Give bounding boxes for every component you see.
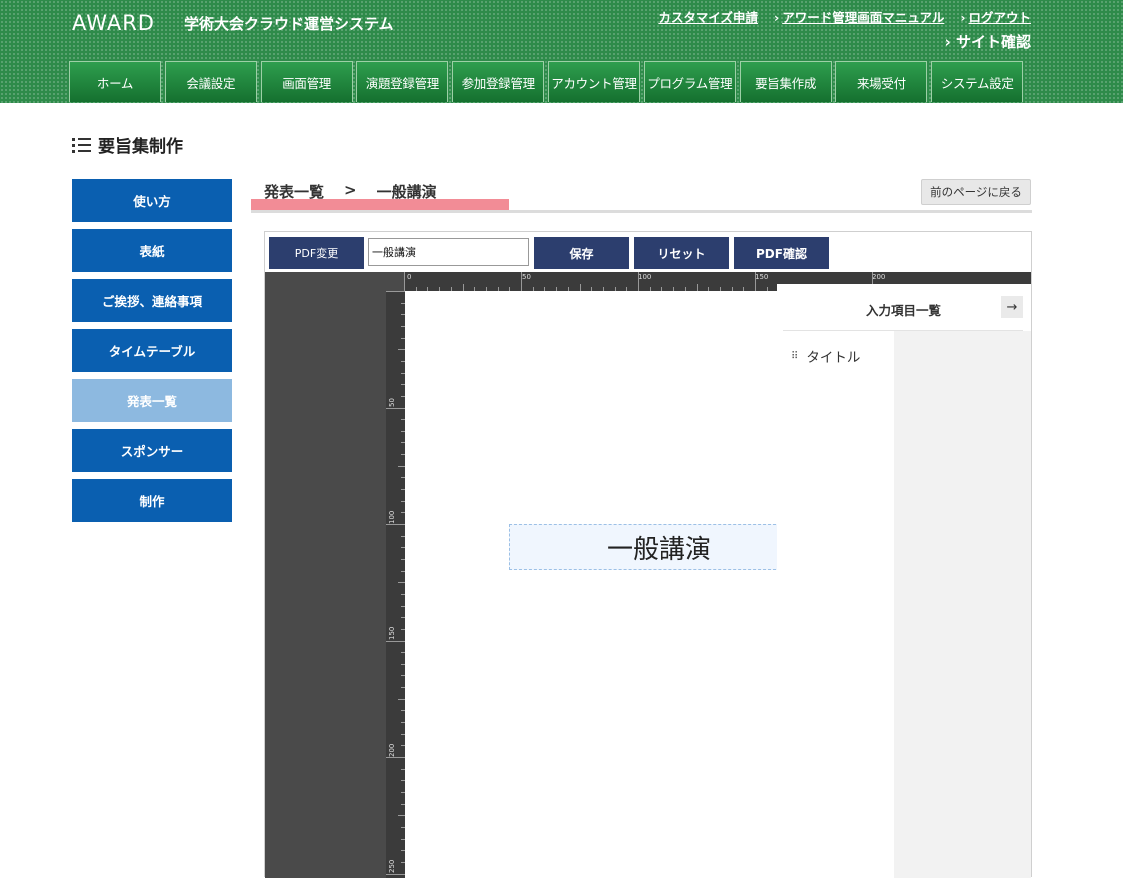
sidebar: 使い方 表紙 ご挨拶、連絡事項 タイムテーブル 発表一覧 スポンサー 制作 <box>72 179 232 529</box>
title-field-text: 一般講演 <box>606 534 711 565</box>
nav-home[interactable]: ホーム <box>69 61 161 102</box>
customize-request-link[interactable]: ›カスタマイズ申請 <box>658 7 758 26</box>
page-title: 要旨集制作 <box>72 132 183 157</box>
pdf-page[interactable]: 一般講演 <box>405 291 781 878</box>
ruler-label: 250 <box>388 859 396 873</box>
ruler-label: 200 <box>388 743 396 757</box>
sidebar-item-presentations[interactable]: 発表一覧 <box>72 379 232 422</box>
nav-reception[interactable]: 来場受付 <box>835 61 928 102</box>
breadcrumb-separator: > <box>344 181 357 199</box>
ruler-tick <box>386 291 405 292</box>
ruler-label: 100 <box>638 273 652 281</box>
nav-program-management[interactable]: プログラム管理 <box>643 61 736 102</box>
ruler-tick <box>638 272 639 291</box>
ruler-label: 200 <box>872 273 886 281</box>
input-items-panel: 入力項目一覧 → ⠿ タイトル <box>777 284 1031 878</box>
pdf-confirm-button[interactable]: PDF確認 <box>734 237 829 269</box>
system-title: 学術大会クラウド運営システム <box>184 15 394 33</box>
ruler-label: 50 <box>522 273 531 281</box>
ruler-label: 150 <box>388 626 396 640</box>
ruler-tick <box>386 640 405 642</box>
top-links: ›カスタマイズ申請 ›アワード管理画面マニュアル ›ログアウト <box>658 7 1031 26</box>
ruler-tick <box>755 272 756 291</box>
ruler-tick <box>521 272 522 291</box>
list-item-label: タイトル <box>806 350 861 366</box>
breadcrumb-parent[interactable]: 発表一覧 <box>264 181 324 202</box>
editor-toolbar: PDF変更 保存 リセット PDF確認 <box>265 232 1031 272</box>
template-name-input[interactable] <box>368 238 529 266</box>
nav-registration-management[interactable]: 参加登録管理 <box>452 61 545 102</box>
drag-handle-icon[interactable]: ⠿ <box>791 351 798 362</box>
manual-link[interactable]: › アワード管理画面マニュアル <box>774 7 944 26</box>
back-button[interactable]: 前のページに戻る <box>921 179 1031 205</box>
chevron-right-icon: › <box>774 10 780 25</box>
app-header: AWARD 学術大会クラウド運営システム ›カスタマイズ申請 ›アワード管理画面… <box>0 0 1123 103</box>
nav-abstract-book[interactable]: 要旨集作成 <box>739 61 832 102</box>
ruler-tick <box>386 757 405 758</box>
nav-system-settings[interactable]: システム設定 <box>931 61 1024 102</box>
list-item[interactable]: ⠿ タイトル <box>791 346 860 366</box>
ruler-label: 0 <box>407 273 412 281</box>
ruler-tick <box>398 465 405 467</box>
ruler-tick <box>579 284 581 291</box>
breadcrumb: 発表一覧 > 一般講演 <box>264 181 437 202</box>
arrow-right-icon[interactable]: → <box>1001 296 1023 318</box>
canvas-workspace: 0 50 100 150 200 50 100 150 200 250 一般講演… <box>265 272 1031 878</box>
ruler-tick <box>386 524 405 525</box>
ruler-tick <box>462 284 464 291</box>
sidebar-item-usage[interactable]: 使い方 <box>72 179 232 222</box>
ruler-tick <box>398 582 405 584</box>
site-check-link[interactable]: › サイト確認 <box>945 31 1031 52</box>
sidebar-item-sponsors[interactable]: スポンサー <box>72 429 232 472</box>
save-button[interactable]: 保存 <box>534 237 629 269</box>
title-field-box[interactable]: 一般講演 <box>509 524 781 570</box>
sidebar-item-cover[interactable]: 表紙 <box>72 229 232 272</box>
sidebar-item-timetable[interactable]: タイムテーブル <box>72 329 232 372</box>
list-icon <box>72 137 92 153</box>
breadcrumb-current: 一般講演 <box>376 183 437 201</box>
ruler-label: 100 <box>388 510 396 524</box>
ruler-tick <box>404 272 405 291</box>
pdf-editor: PDF変更 保存 リセット PDF確認 0 50 100 150 200 50 … <box>264 231 1032 878</box>
panel-body <box>777 284 894 878</box>
ruler-label: 150 <box>755 273 769 281</box>
reset-button[interactable]: リセット <box>634 237 729 269</box>
panel-title: 入力項目一覧 <box>866 303 942 318</box>
nav-screen-management[interactable]: 画面管理 <box>260 61 353 102</box>
nav-conference-settings[interactable]: 会議設定 <box>164 61 257 102</box>
vertical-ruler: 50 100 150 200 250 <box>386 291 405 878</box>
page-title-text: 要旨集制作 <box>98 137 183 157</box>
award-logo[interactable]: AWARD <box>72 11 155 35</box>
main-nav: ホーム 会議設定 画面管理 演題登録管理 参加登録管理 アカウント管理 プログラ… <box>69 61 1027 102</box>
breadcrumb-underline <box>251 210 1032 213</box>
ruler-tick <box>696 284 698 291</box>
ruler-tick <box>398 815 405 817</box>
chevron-right-icon: › <box>944 33 956 51</box>
logout-link[interactable]: › ログアウト <box>960 7 1031 26</box>
sidebar-item-greeting[interactable]: ご挨拶、連絡事項 <box>72 279 232 322</box>
ruler-tick <box>398 349 405 351</box>
sidebar-item-production[interactable]: 制作 <box>72 479 232 522</box>
chevron-right-icon: › <box>960 10 966 25</box>
nav-abstract-management[interactable]: 演題登録管理 <box>356 61 449 102</box>
panel-header: 入力項目一覧 → <box>783 284 1023 331</box>
ruler-tick <box>386 873 405 875</box>
ruler-tick <box>386 407 405 409</box>
pdf-change-button[interactable]: PDF変更 <box>269 237 364 269</box>
ruler-tick <box>398 698 405 700</box>
ruler-label: 50 <box>388 398 396 407</box>
nav-account-management[interactable]: アカウント管理 <box>547 61 640 102</box>
